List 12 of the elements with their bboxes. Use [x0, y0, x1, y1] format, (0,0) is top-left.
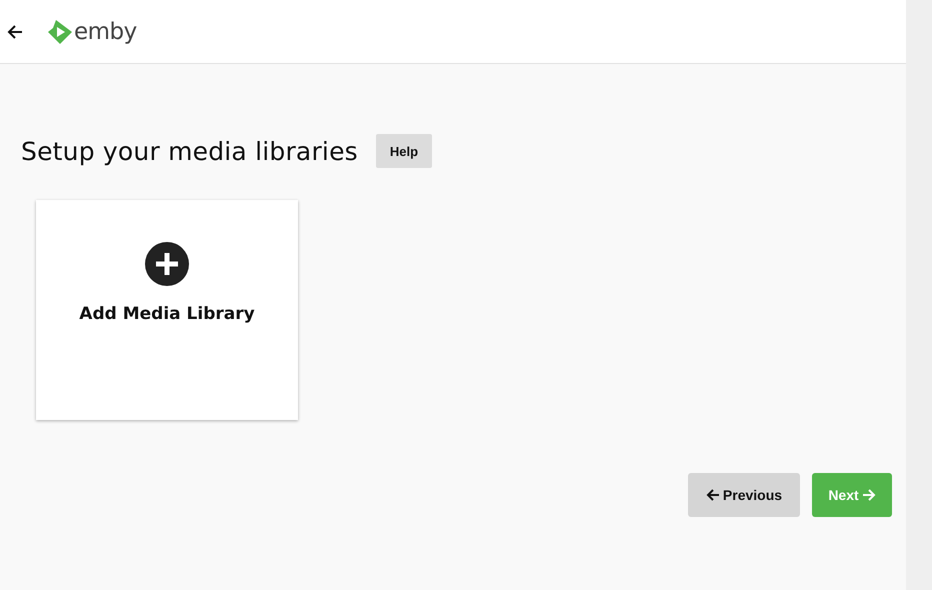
add-icon	[145, 242, 189, 286]
back-icon[interactable]	[7, 24, 23, 38]
previous-button[interactable]: Previous	[688, 473, 800, 517]
card-label: Add Media Library	[79, 304, 255, 324]
add-library-card[interactable]: Add Media Library	[36, 200, 298, 420]
logo-text: emby	[74, 18, 137, 44]
help-button[interactable]: Help	[376, 134, 432, 168]
scrollbar[interactable]	[906, 0, 932, 590]
arrow-left-icon	[706, 489, 720, 501]
arrow-right-icon	[862, 489, 876, 501]
logo-icon	[47, 18, 73, 44]
page-heading: Setup your media libraries	[21, 136, 358, 166]
